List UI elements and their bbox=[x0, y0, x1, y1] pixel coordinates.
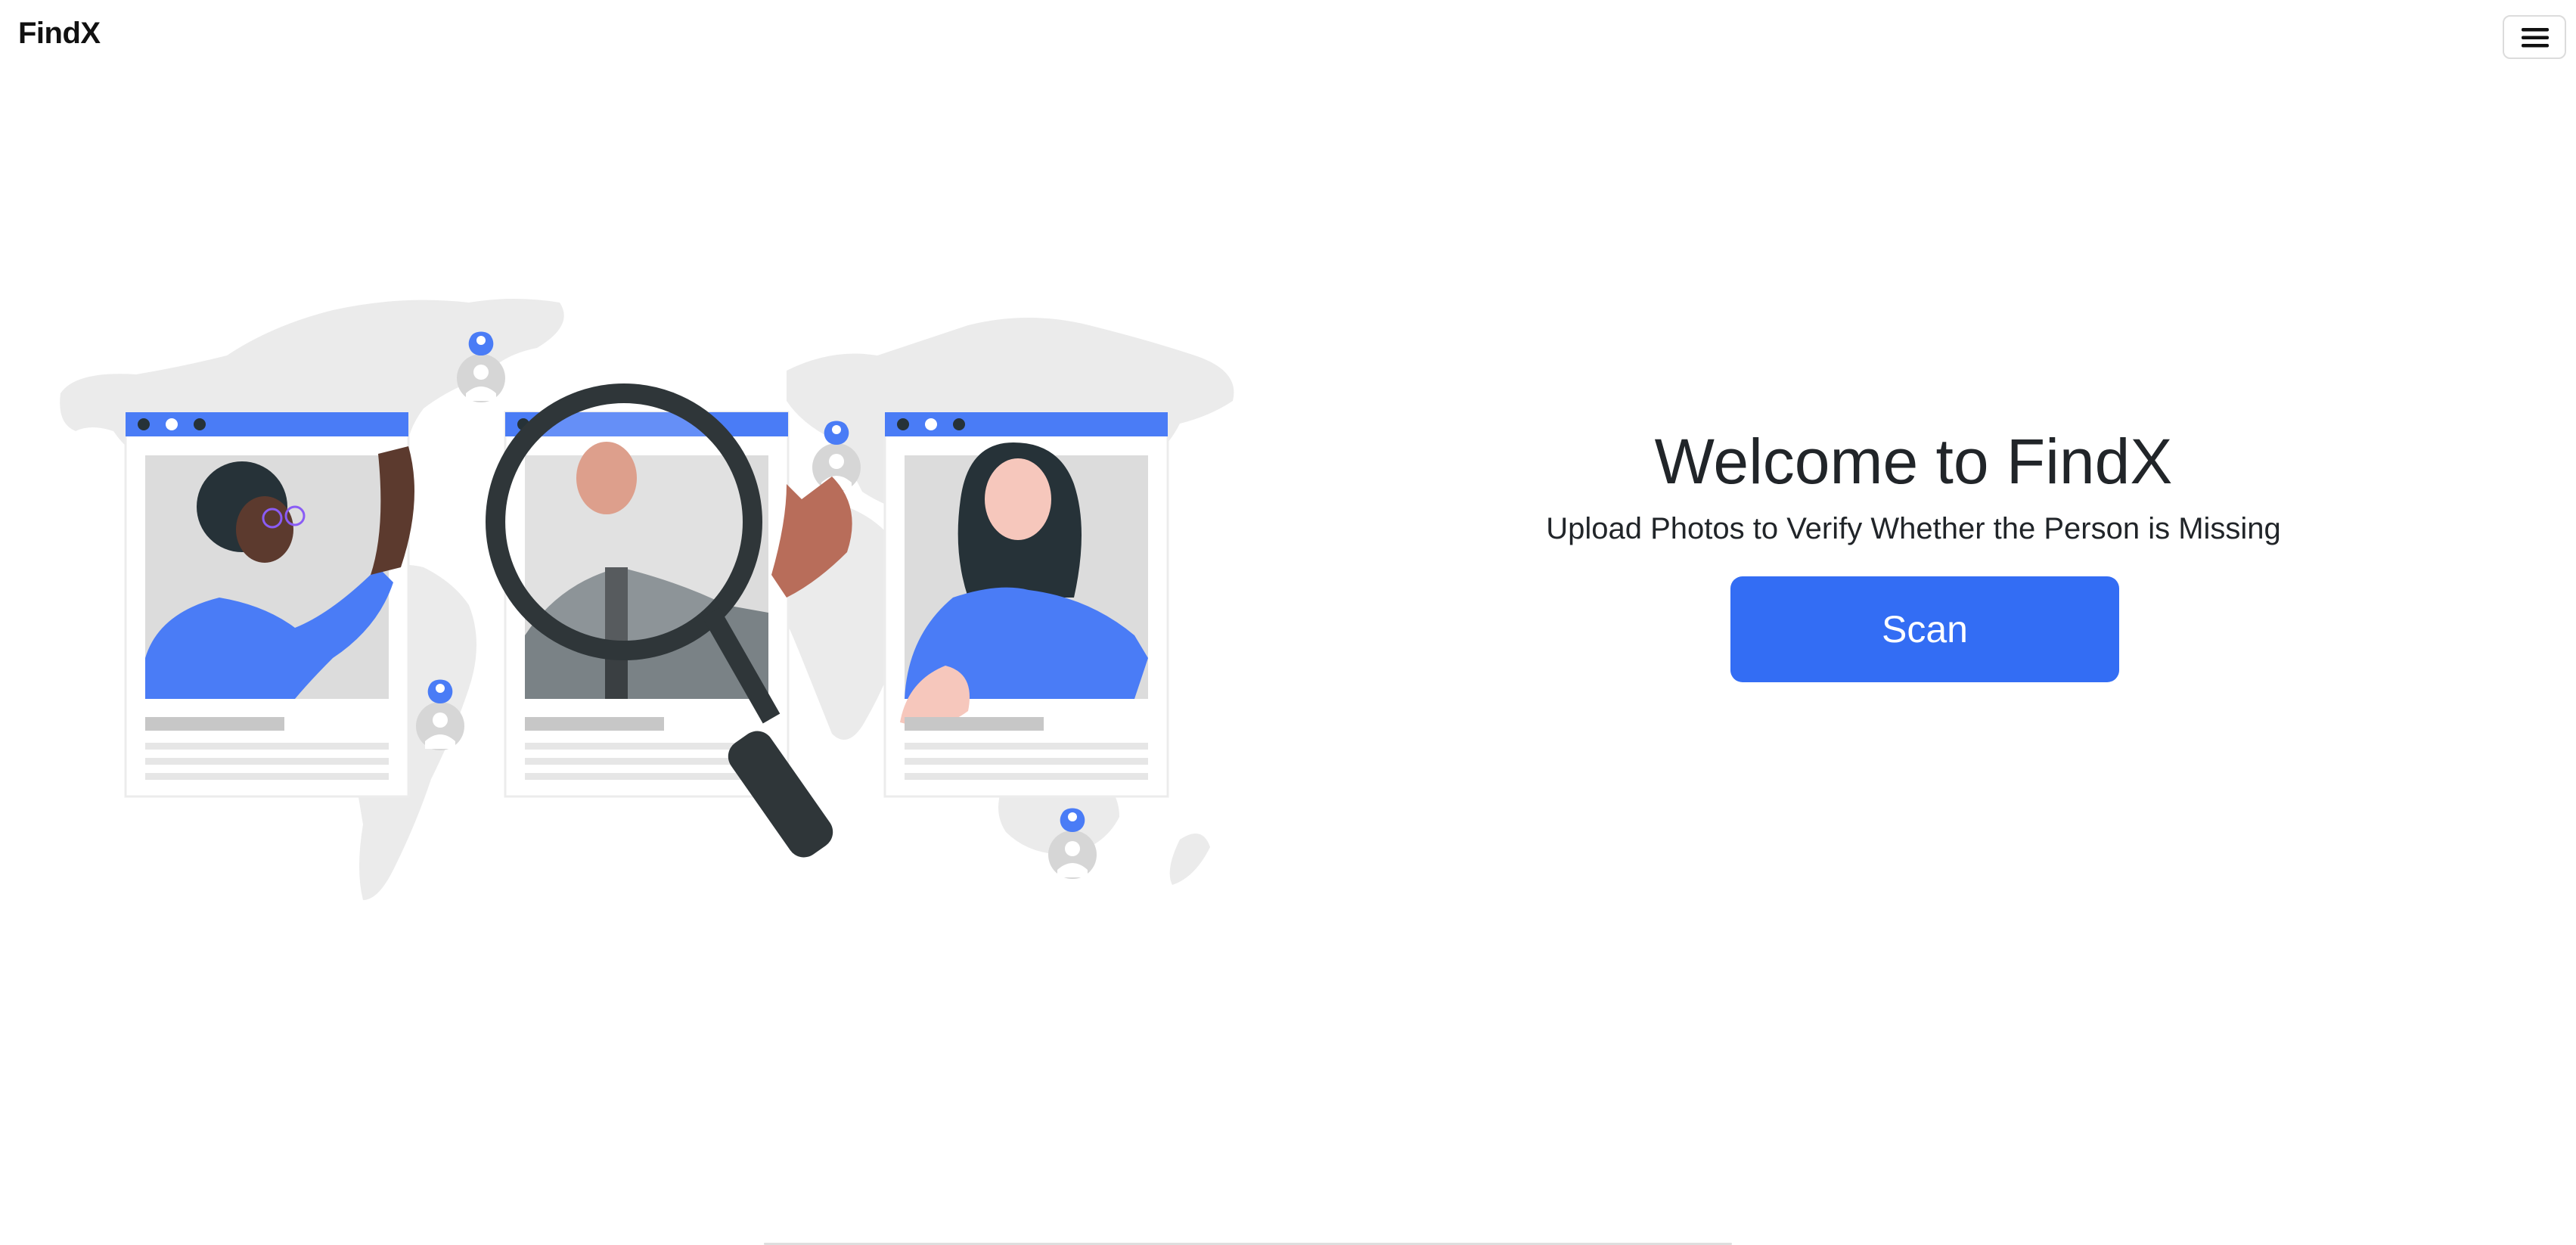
brand-logo[interactable]: FindX bbox=[18, 17, 101, 51]
hero-illustration bbox=[45, 280, 1255, 945]
page-title: Welcome to FindX bbox=[1654, 426, 2173, 497]
menu-toggle-button[interactable] bbox=[2503, 15, 2566, 59]
navbar: FindX bbox=[0, 0, 2576, 76]
missing-persons-map-illustration bbox=[60, 299, 1234, 900]
profile-card bbox=[124, 411, 414, 798]
hamburger-icon bbox=[2522, 28, 2549, 48]
profile-card bbox=[883, 411, 1169, 798]
scan-button[interactable]: Scan bbox=[1730, 576, 2119, 682]
hero-section: Welcome to FindX Upload Photos to Verify… bbox=[1482, 424, 2345, 682]
page-subtitle: Upload Photos to Verify Whether the Pers… bbox=[1546, 512, 2281, 545]
